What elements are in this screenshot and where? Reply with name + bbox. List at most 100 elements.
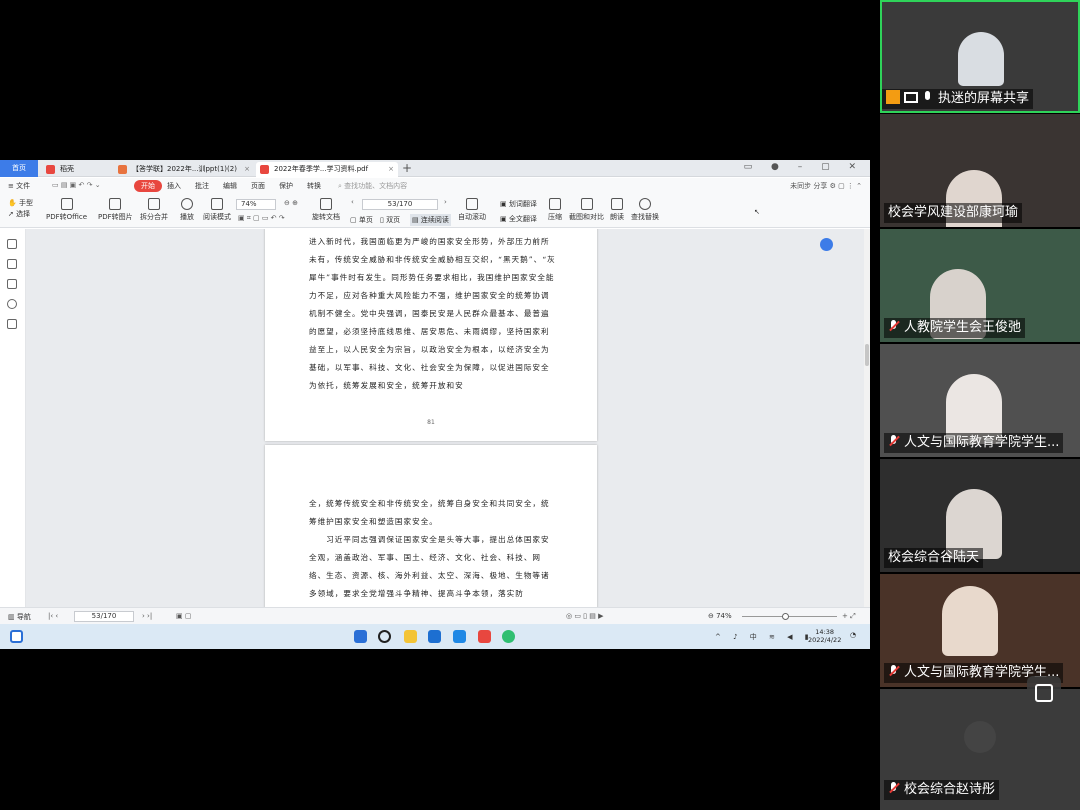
status-zoom[interactable]: ⊖ 74% [708,612,732,620]
start-menu-icon[interactable] [354,630,367,643]
book-icon [211,198,223,210]
menu-file[interactable]: ≡ 文件 [8,181,30,191]
participant-tile[interactable]: 人教院学生会王俊弛 [880,229,1080,342]
menu-annotate[interactable]: 批注 [195,181,209,191]
annotate-button[interactable] [1027,676,1061,710]
participant-video [958,32,1004,86]
toolbar: ✋ 手型 ➚ 选择 PDF转Office PDF转图片 拆分合并 播放 阅读模式… [0,194,870,228]
read-aloud-button[interactable]: 朗读 [610,198,624,222]
status-bar: ▥ 导航 |‹ ‹ 53/170 › ›| ▣ ▢ ◎ ▭ ▯ ▤ ▶ ⊖ 74… [0,607,870,624]
compress-button[interactable]: 压缩 [548,198,562,222]
continuous-read-button[interactable]: ▤ 连续阅读 [410,214,451,226]
page-number-input[interactable]: 53/170 [362,199,438,210]
compress-icon [549,198,561,210]
participant-name: 校会综合赵诗彤 [884,780,1000,800]
tab-ppt[interactable]: 【答学联】2022年...训ppt(1)(2) × [114,162,254,177]
new-tab-button[interactable]: + [402,161,412,176]
zoom-slider[interactable] [742,613,837,620]
search-icon[interactable] [378,630,391,643]
participant-name: 校会综合谷陆天 [884,548,984,568]
wps-icon[interactable] [478,630,491,643]
participant-tile[interactable]: 人文与国际教育学院学生... [880,574,1080,687]
menu-start[interactable]: 开始 [134,180,162,192]
zoom-in-out-icons[interactable]: ⊖ ⊕ [284,199,298,207]
window-controls[interactable]: ▭ ● – ▢ ✕ [744,162,864,172]
word-translate-button[interactable]: ▣ 划词翻译 [500,199,537,209]
desktop-widgets-icon[interactable] [10,630,23,643]
attachment-icon[interactable] [7,299,17,309]
bookmark-icon[interactable] [7,239,17,249]
camera-off-icon [964,721,996,753]
find-replace-button[interactable]: 查找替换 [631,198,659,222]
quick-access-icons[interactable]: ▭ ▤ ▣ ↶ ↷ ⌄ [52,181,101,189]
close-icon[interactable]: × [244,162,250,177]
notification-icon[interactable]: ◔ [850,631,856,639]
play-button[interactable]: 播放 [180,198,194,222]
prev-page-icon[interactable]: ‹ [351,198,354,206]
view-mode-icons[interactable]: ◎ ▭ ▯ ▤ ▶ [566,612,603,620]
nav-toggle[interactable]: ▥ 导航 [8,612,31,622]
next-last-page-icons[interactable]: › ›| [142,612,152,620]
mail-icon[interactable] [428,630,441,643]
status-page-input[interactable]: 53/170 [74,611,134,622]
menu-edit[interactable]: 编辑 [223,181,237,191]
menu-convert[interactable]: 转换 [307,181,321,191]
participant-tile[interactable]: 校会综合谷陆天 [880,459,1080,572]
select-tool[interactable]: ➚ 选择 [8,209,33,220]
daoke-icon [46,165,55,174]
file-explorer-icon[interactable] [404,630,417,643]
signature-icon[interactable] [7,319,17,329]
mouse-cursor: ↖ [754,208,760,216]
thumbnail-icon[interactable] [7,259,17,269]
document-area[interactable]: 进入新时代，我国面临更为严峻的国家安全形势，外部压力前所未有，传统安全威胁和非传… [26,229,864,607]
menu-protect[interactable]: 保护 [279,181,293,191]
participant-tile[interactable]: 执迷的屏幕共享 [880,0,1080,113]
zoom-select[interactable]: 74% [236,199,276,210]
rotate-button[interactable]: 旋转文档 [312,198,340,222]
single-page-button[interactable]: ▢ 单页 [350,215,373,225]
tab-home[interactable]: 首页 [0,160,38,177]
participant-tile[interactable]: 校会学风建设部康珂瑜 [880,114,1080,227]
floating-tool-button[interactable] [820,238,833,251]
screenshot-icon [580,198,593,210]
zoom-slider-knob[interactable] [782,613,789,620]
vertical-scrollbar[interactable] [864,229,870,607]
split-merge-icon [148,198,160,210]
first-prev-page-icons[interactable]: |‹ ‹ [48,612,58,620]
participant-name: 人文与国际教育学院学生... [884,433,1064,453]
ppt-icon [118,165,127,174]
split-merge-button[interactable]: 拆分合并 [140,198,168,222]
pdf-to-image-button[interactable]: PDF转图片 [98,198,133,222]
double-page-button[interactable]: ▯ 双页 [380,215,400,225]
pdf-to-image-icon [109,198,122,210]
sync-share-tools[interactable]: 未同步 分享 ⚙ ▢ ⋮ ⌃ [790,181,862,191]
menu-insert[interactable]: 插入 [167,181,181,191]
hand-tool[interactable]: ✋ 手型 [8,198,33,209]
mic-off-icon [888,782,900,795]
fit-icons[interactable]: ▣ ▢ [176,612,191,620]
system-clock[interactable]: 14:38 2022/4/22 [808,628,841,644]
participant-tile[interactable]: 人文与国际教育学院学生... [880,344,1080,457]
tab-daoke[interactable]: 稻壳 [42,162,112,177]
tab-pdf-label: 2022年春季学...学习资料.pdf [274,165,369,173]
comment-icon[interactable] [7,279,17,289]
mic-off-icon [888,665,900,678]
next-page-icon[interactable]: › [444,198,447,206]
meeting-app-icon[interactable] [502,630,515,643]
auto-scroll-button[interactable]: 自动滚动 [458,198,486,222]
photos-icon[interactable] [453,630,466,643]
zoom-fit-icons[interactable]: + ⤢ [842,612,856,621]
left-panel [0,229,26,607]
system-tray[interactable]: ^ ♪ 中 ≋ ◀ ▮ [715,632,814,642]
menu-page[interactable]: 页面 [251,181,265,191]
close-icon[interactable]: × [388,162,394,177]
tab-pdf[interactable]: 2022年春季学...学习资料.pdf × [256,162,398,177]
full-translate-button[interactable]: ▣ 全文翻译 [500,214,537,224]
read-mode-button[interactable]: 阅读模式 [203,198,231,222]
scrollbar-thumb[interactable] [865,344,869,366]
view-tool-icons[interactable]: ▣ ⌗ ▢ ▭ ↶ ↷ [238,214,285,223]
pdf-to-office-button[interactable]: PDF转Office [46,198,87,222]
windows-taskbar: ^ ♪ 中 ≋ ◀ ▮ 14:38 2022/4/22 ◔ [0,624,870,649]
search-input[interactable]: ⌕ 查找功能、文档内容 [338,181,407,191]
screenshot-compare-button[interactable]: 截图和对比 [569,198,604,222]
